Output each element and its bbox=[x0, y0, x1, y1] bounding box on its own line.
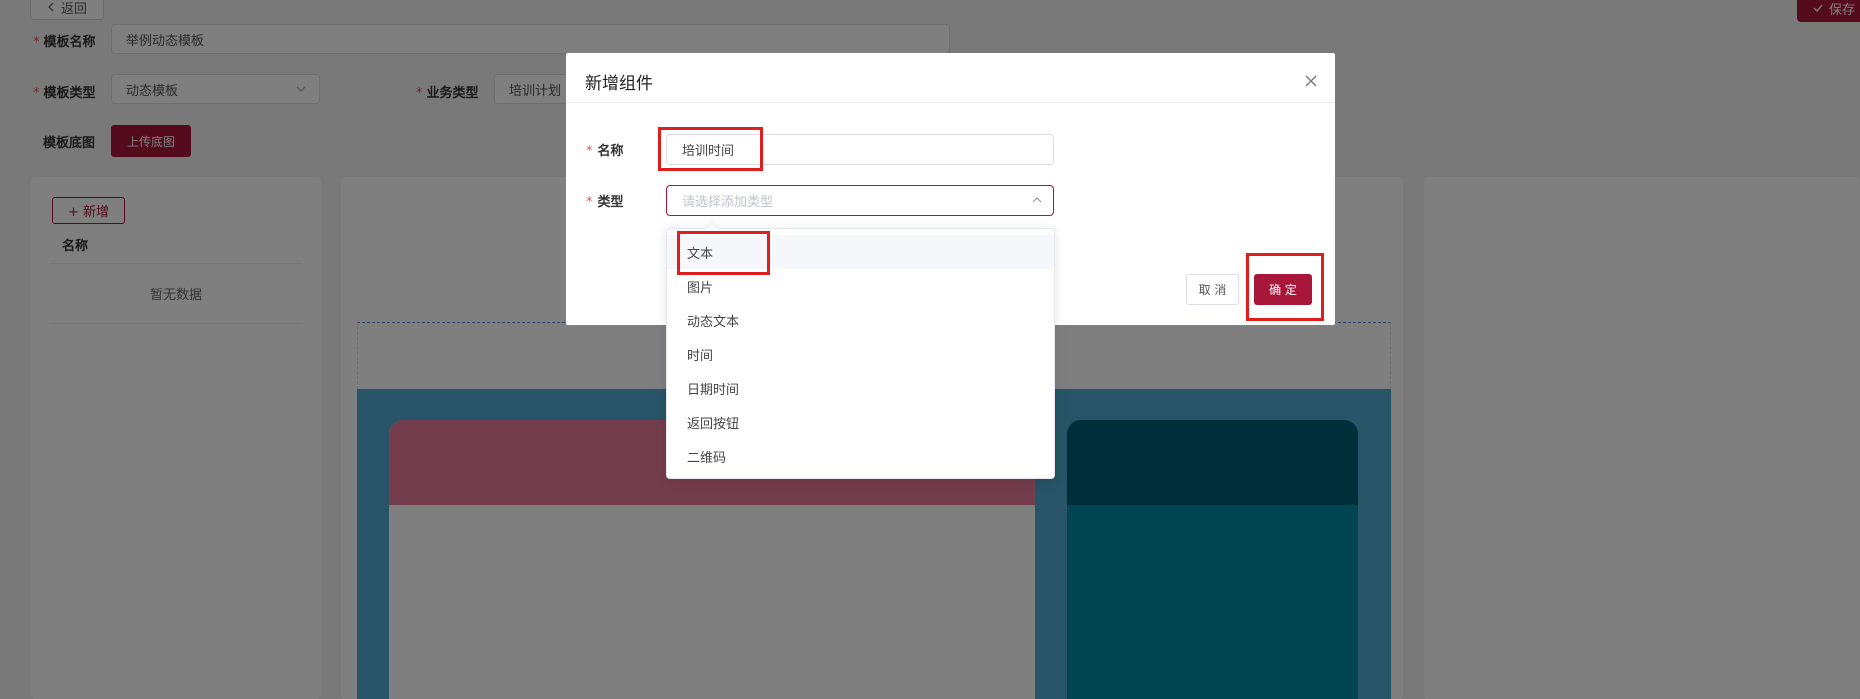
cancel-button[interactable]: 取 消 bbox=[1186, 274, 1239, 305]
name-field-label: * 名称 bbox=[586, 144, 624, 159]
dropdown-option-datetime[interactable]: 日期时间 bbox=[667, 371, 1054, 405]
dropdown-option-time[interactable]: 时间 bbox=[667, 337, 1054, 371]
dialog-divider bbox=[566, 102, 1335, 103]
type-field-label: * 类型 bbox=[586, 195, 624, 210]
dropdown-option-image[interactable]: 图片 bbox=[667, 269, 1054, 303]
component-type-select[interactable]: 请选择添加类型 bbox=[666, 185, 1054, 216]
close-icon[interactable] bbox=[1303, 73, 1319, 89]
type-dropdown-menu: 文本 图片 动态文本 时间 日期时间 返回按钮 二维码 bbox=[666, 220, 1055, 479]
component-name-input[interactable]: 培训时间 bbox=[666, 134, 1054, 165]
dropdown-option-dynamic-text[interactable]: 动态文本 bbox=[667, 303, 1054, 337]
confirm-button[interactable]: 确 定 bbox=[1254, 274, 1312, 305]
dropdown-option-qrcode[interactable]: 二维码 bbox=[667, 439, 1054, 473]
chevron-up-icon bbox=[1032, 197, 1042, 203]
dialog-title: 新增组件 bbox=[585, 74, 653, 94]
dropdown-option-back-button[interactable]: 返回按钮 bbox=[667, 405, 1054, 439]
dropdown-option-text[interactable]: 文本 bbox=[667, 235, 1054, 269]
